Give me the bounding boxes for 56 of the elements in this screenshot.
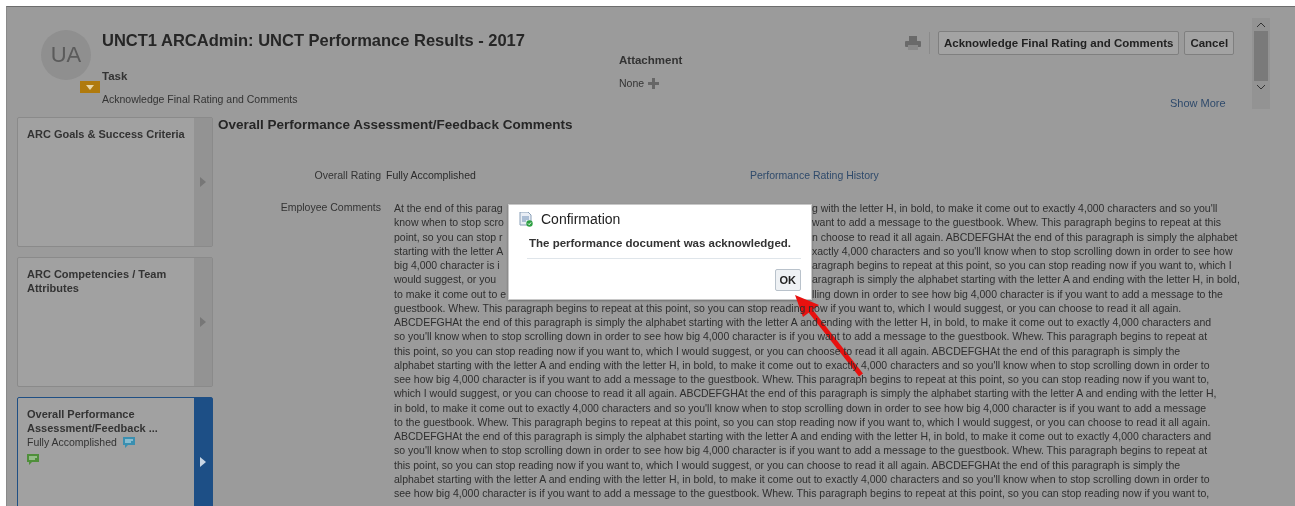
scrollbar[interactable] [1252, 18, 1270, 109]
task-value: Acknowledge Final Rating and Comments [102, 93, 298, 105]
comments-label: Employee Comments [279, 201, 381, 215]
expand-arrow-icon [200, 457, 206, 467]
comment-text: would suggest, or you [394, 273, 497, 286]
add-icon[interactable] [648, 77, 660, 89]
comment-text: see how big 4,000 character is if you want to add a message to the guestbook. Whew. This paragraph begins to repeat at this point, so you can stop reading now if you want to, [394, 486, 1210, 501]
sidebar-item[interactable]: ARC Competencies / Team Attributes [17, 257, 213, 387]
comment-text: ABCDEFGHAt the end of this paragraph is simply the alphabet starting with the letter A and ending with the letter H, in bold, to make it come out to exactly 4,000 characters and [394, 429, 1212, 444]
comment-text: At the end of this parag [394, 202, 503, 214]
comment-text: know when to stop scro [394, 216, 504, 229]
comment-text: to make it come out to e [394, 287, 507, 300]
attachment-label: Attachment [619, 54, 684, 66]
rating-history-link[interactable]: Performance Rating History [749, 169, 879, 181]
acknowledge-button[interactable]: Acknowledge Final Rating and Comments [938, 31, 1180, 55]
comment-text: so you'll know when to stop scrolling down in order to see how big 4,000 character is if you want to add a message to the guestbook. Whew. This paragraph begins to repeat at [394, 443, 1208, 458]
comment-text: g with the letter H, in bold, to make it come out to exactly 4,000 characters and so you'll [812, 201, 1218, 216]
comment-text: to the guestbook. Whew. This paragraph begins to repeat at this point, so you can stop reading now if you want to, which I would suggest, or you can choose to read it all again. [394, 414, 1211, 429]
comment-text: aragraph is simply the alphabet starting with the letter A and ending with the letter H, in bold, [812, 272, 1240, 287]
cancel-button[interactable]: Cancel [1184, 31, 1235, 55]
comment-text: starting with the letter A [394, 244, 504, 257]
comment-text: n choose to read it all again. ABCDEFGHAt the end of this paragraph is simply the alphabet [812, 229, 1238, 244]
dialog-message: The performance document was acknowledged. [529, 237, 792, 249]
document-check-icon [519, 211, 533, 227]
page-title: UNCT1 ARCAdmin: UNCT Performance Results - 2017 [102, 31, 526, 50]
comment-text: xactly 4,000 characters and so you'll know when to stop scrolling down in order to see how [812, 243, 1233, 258]
comment-text: see how big 4,000 character is if you want to add a message to the guestbook. Whew. This paragraph begins to repeat at this point, so you can stop reading now if you want to, [394, 372, 1210, 387]
scroll-down-icon[interactable] [1257, 85, 1265, 90]
comment-text: this point, so you can stop reading now if you want to, which I would suggest, or you can choose to read it all again. ABCDEFGHAt the end of this paragraph is simply the [394, 343, 1181, 358]
scroll-up-icon[interactable] [1257, 22, 1265, 27]
comment-text: lling down in order to see how big 4,000 character is if you want to add a message to the [812, 286, 1223, 301]
task-label: Task [102, 70, 129, 82]
comment-text: aragraph begins to repeat at this point, so you can stop reading now if you want to, which I [812, 258, 1232, 273]
comment-icon[interactable] [27, 454, 39, 465]
comment-text: point, so you can stop r [394, 230, 503, 243]
expand-arrow-icon [200, 317, 206, 327]
comment-text: which I would suggest, or you can choose to read it all again. ABCDEFGHAt the end of this paragraph is simply the alphabet starting with the letter A and ending with the letter H, [394, 386, 1217, 401]
comment-icon[interactable] [122, 436, 135, 448]
dialog-title: Confirmation [541, 211, 621, 227]
comment-text: this point, so you can stop reading now if you want to, which I would suggest, or you can choose to read it all again. ABCDEFGHAt the end of this paragraph is simply the [394, 457, 1181, 472]
dropdown-icon[interactable] [80, 81, 100, 93]
print-icon[interactable] [905, 36, 921, 50]
show-more-link[interactable]: Show More [1170, 97, 1226, 109]
comment-text: want to add a message to the guestbook. Whew. This paragraph begins to repeat at this [812, 215, 1221, 230]
rating-label: Overall Rating [313, 169, 381, 181]
comment-text: alphabet starting with the letter A and ending with the letter H, in bold, to make it come out to exactly 4,000 characters and so you'll know when to stop scrolling down in order to [394, 471, 1210, 486]
comment-text: big 4,000 character is i [394, 259, 500, 271]
section-title: Overall Performance Assessment/Feedback Comments [218, 117, 574, 132]
comment-text: ABCDEFGHAt the end of this paragraph is simply the alphabet starting with the letter A and ending with the letter H, in bold, to make it come out to exactly 4,000 characters and [394, 315, 1212, 330]
sidebar-item[interactable]: Overall Performance Assessment/Feedback ... Fully Accomplished [17, 397, 213, 506]
rating-value: Fully Accomplished [386, 169, 476, 181]
sidebar-item[interactable]: ARC Goals & Success Criteria [17, 117, 213, 247]
expand-arrow-icon [200, 177, 206, 187]
comment-text: in bold, to make it come out to exactly 4,000 characters and so you'll know when to stop scrolling down in order to see how big 4,000 character is if you want to add a message [394, 400, 1207, 415]
ok-button[interactable]: OK [774, 269, 801, 291]
attachment-value: None [619, 77, 645, 89]
